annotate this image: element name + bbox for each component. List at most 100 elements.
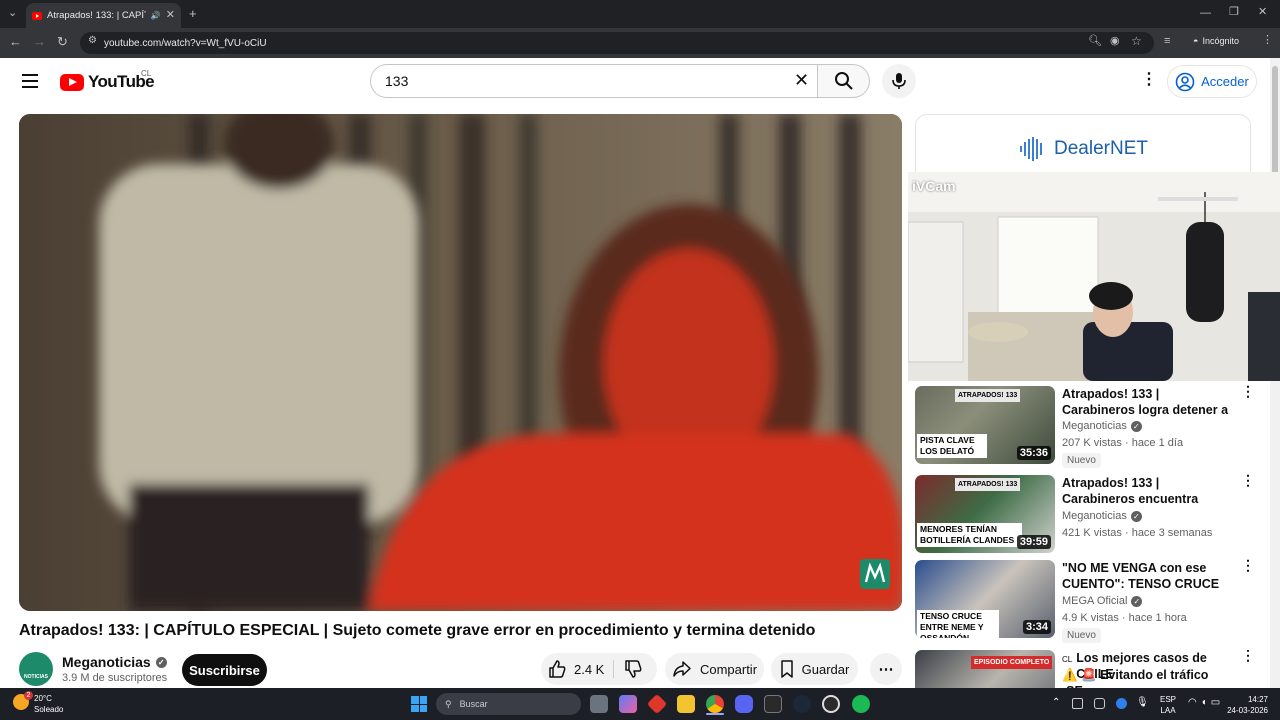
recommended-video[interactable]: TENSO CRUCE ENTRE NEME Y OSSANDÓN 3:34 "… bbox=[915, 558, 1260, 645]
video-thumbnail[interactable]: ATRAPADOS! 133 PISTA CLAVE LOS DELATÓ 35… bbox=[915, 386, 1055, 464]
subscriber-count: 3.9 M de suscriptores bbox=[62, 672, 168, 684]
avatar-text: NOTICIAS bbox=[24, 674, 48, 680]
back-icon[interactable]: ← bbox=[9, 35, 22, 48]
tray-app-icon[interactable] bbox=[1116, 698, 1127, 709]
speaker-icon: 🔊 bbox=[150, 10, 161, 20]
recommended-video[interactable]: ATRAPADOS! 133 PISTA CLAVE LOS DELATÓ 35… bbox=[915, 384, 1260, 471]
recommended-channel: Meganoticias ✓ bbox=[1062, 420, 1142, 432]
webcam-overlay: iVCam bbox=[908, 172, 1280, 381]
tray-app-icon[interactable] bbox=[1094, 698, 1105, 709]
search-query: 133 bbox=[385, 73, 409, 89]
video-thumbnail[interactable]: EPISODIO COMPLETO bbox=[915, 650, 1055, 688]
incognito-indicator[interactable]: ◓ Incógnito bbox=[1193, 36, 1239, 46]
window-close-icon[interactable]: ✕ bbox=[1258, 7, 1267, 18]
site-info-icon[interactable]: ⚙ bbox=[88, 36, 97, 46]
hamburger-menu-icon[interactable] bbox=[22, 74, 38, 88]
save-button[interactable]: Guardar bbox=[771, 653, 858, 685]
recommended-subtitle: ⚠️ 🚨 Evitando el tráfico ¡SE ... bbox=[1062, 668, 1209, 688]
thumbnail-caption: TENSO CRUCE ENTRE NEME Y OSSANDÓN bbox=[917, 610, 999, 638]
incognito-label: Incógnito bbox=[1202, 36, 1239, 46]
microphone-icon bbox=[892, 73, 906, 89]
like-button[interactable]: 2.4 K bbox=[547, 653, 604, 685]
steam-icon[interactable] bbox=[793, 695, 811, 713]
copilot-icon[interactable] bbox=[619, 695, 637, 713]
thumbnail-caption-top: ATRAPADOS! 133 bbox=[955, 389, 1021, 402]
video-frame bbox=[19, 114, 902, 611]
recommended-channel: Meganoticias ✓ bbox=[1062, 510, 1142, 522]
recommended-video[interactable]: EPISODIO COMPLETO CL Los mejores casos d… bbox=[915, 650, 1260, 688]
more-actions-button[interactable]: ⋯ bbox=[870, 653, 902, 685]
dislike-button[interactable] bbox=[623, 659, 643, 684]
webcam-label: iVCam bbox=[912, 178, 956, 194]
scrollbar-thumb[interactable] bbox=[1272, 66, 1278, 186]
channel-avatar[interactable]: NOTICIAS bbox=[19, 652, 53, 686]
taskbar-search-placeholder: Buscar bbox=[459, 699, 488, 709]
forward-icon[interactable]: → bbox=[33, 35, 46, 48]
file-explorer-icon[interactable] bbox=[677, 695, 695, 713]
obs-icon[interactable] bbox=[822, 695, 840, 713]
minimize-icon[interactable]: — bbox=[1200, 8, 1211, 19]
clock[interactable]: 14:27 24-03-2026 bbox=[1224, 694, 1268, 716]
browser-tab[interactable]: Atrapados! 133: | CAPÍTULO 🔊 ✕ bbox=[26, 3, 181, 28]
taskbar-search-icon: ⚲ bbox=[445, 698, 452, 709]
discord-icon[interactable] bbox=[735, 695, 753, 713]
tray-mic-icon[interactable]: 🎙︎ bbox=[1136, 697, 1149, 708]
task-view-icon[interactable] bbox=[590, 695, 608, 713]
bookmark-star-icon[interactable]: ☆ bbox=[1131, 35, 1142, 47]
country-prefix: CL bbox=[1062, 655, 1073, 664]
language-code: ESP bbox=[1160, 695, 1177, 704]
epic-games-icon[interactable] bbox=[764, 695, 782, 713]
channel-name-link[interactable]: Meganoticias ✓ bbox=[62, 654, 167, 670]
save-bookmark-icon bbox=[780, 660, 793, 678]
recommended-video[interactable]: ATRAPADOS! 133 MENORES TENÍAN BOTILLERÍA… bbox=[915, 473, 1260, 560]
address-bar[interactable]: youtube.com/watch?v=Wt_fVU-oCiU bbox=[80, 32, 1154, 54]
settings-more-icon[interactable]: ⋮ bbox=[1141, 72, 1157, 88]
search-icon bbox=[834, 72, 853, 90]
sign-in-button[interactable]: Acceder bbox=[1167, 65, 1257, 98]
spotify-icon[interactable] bbox=[852, 695, 870, 713]
restore-icon[interactable]: ❐ bbox=[1229, 7, 1239, 18]
channel-watermark bbox=[860, 559, 890, 589]
subscribe-button[interactable]: Suscribirse bbox=[182, 654, 267, 686]
youtube-logo[interactable]: YouTube bbox=[60, 72, 155, 92]
recommended-more-icon[interactable]: ⋮ bbox=[1241, 473, 1255, 487]
windows-taskbar bbox=[0, 688, 1280, 720]
reload-icon[interactable]: ↻ bbox=[57, 35, 68, 48]
chrome-icon[interactable] bbox=[706, 695, 724, 713]
windows-start-icon[interactable] bbox=[411, 696, 427, 712]
new-tab-icon[interactable]: + bbox=[189, 7, 197, 20]
recommended-more-icon[interactable]: ⋮ bbox=[1241, 558, 1255, 572]
recommended-title: "NO ME VENGA con ese CUENTO": TENSO CRUC… bbox=[1062, 561, 1220, 591]
reading-list-icon[interactable]: ≡ bbox=[1164, 36, 1170, 47]
video-player[interactable] bbox=[19, 114, 902, 611]
zoom-icon[interactable]: 🔍︎ bbox=[1088, 36, 1102, 47]
clock-date: 24-03-2026 bbox=[1227, 706, 1268, 715]
recommended-channel-name: Meganoticias bbox=[1062, 510, 1127, 522]
show-hidden-icons[interactable]: ⌃ bbox=[1052, 697, 1060, 708]
tray-app-icon[interactable] bbox=[1072, 698, 1083, 709]
video-thumbnail[interactable]: ATRAPADOS! 133 MENORES TENÍAN BOTILLERÍA… bbox=[915, 475, 1055, 553]
search-input[interactable]: 133 bbox=[370, 64, 818, 98]
save-label: Guardar bbox=[801, 661, 850, 677]
taskbar-search[interactable]: ⚲ Buscar bbox=[436, 693, 581, 715]
share-label: Compartir bbox=[699, 661, 758, 677]
search-button[interactable] bbox=[818, 64, 870, 98]
weather-widget[interactable]: 20°C Soleado bbox=[34, 693, 63, 715]
thumbnail-caption: PISTA CLAVE LOS DELATÓ bbox=[917, 434, 987, 458]
video-thumbnail[interactable]: TENSO CRUCE ENTRE NEME Y OSSANDÓN 3:34 bbox=[915, 560, 1055, 638]
like-count: 2.4 K bbox=[574, 661, 605, 677]
clear-search-icon[interactable]: ✕ bbox=[794, 71, 809, 89]
new-badge: Nuevo bbox=[1062, 628, 1101, 643]
voice-search-button[interactable] bbox=[882, 64, 916, 98]
verified-icon: ✓ bbox=[1130, 420, 1142, 432]
tracking-protection-icon[interactable]: ◉ bbox=[1110, 36, 1120, 47]
browser-menu-icon[interactable]: ⋮ bbox=[1262, 35, 1273, 46]
tab-search-icon[interactable]: ⌄ bbox=[8, 8, 17, 19]
recommended-more-icon[interactable]: ⋮ bbox=[1241, 384, 1255, 398]
recommended-more-icon[interactable]: ⋮ bbox=[1241, 650, 1255, 662]
language-indicator[interactable]: ESP LAA bbox=[1160, 694, 1176, 716]
share-button[interactable]: Compartir bbox=[665, 653, 764, 685]
youtube-play-icon bbox=[60, 73, 84, 91]
tab-close-icon[interactable]: ✕ bbox=[166, 10, 175, 21]
network-volume-battery-icons[interactable]: ◠◖▭ bbox=[1188, 697, 1224, 708]
